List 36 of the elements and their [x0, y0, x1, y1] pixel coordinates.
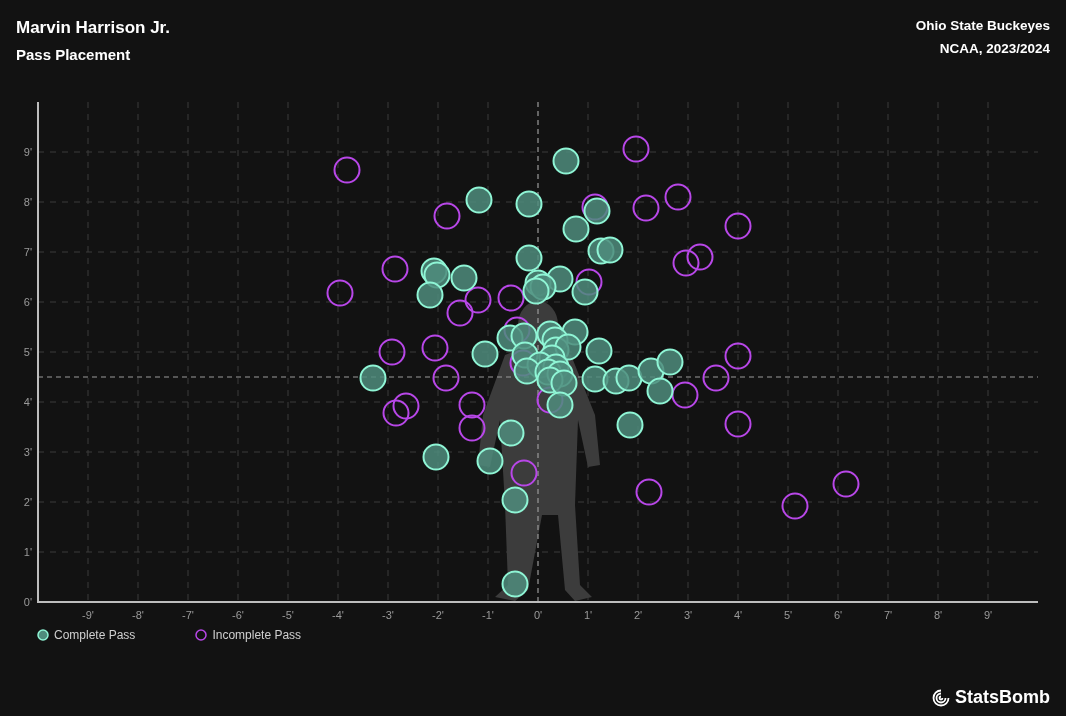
y-tick-label: 3'	[23, 446, 32, 458]
x-tick-label: -5'	[282, 609, 294, 620]
x-tick-label: -9'	[82, 609, 94, 620]
x-tick-label: 3'	[683, 609, 693, 620]
x-tick-label: 2'	[633, 609, 643, 620]
x-tick-label: -7'	[182, 609, 194, 620]
y-tick-label: 4'	[23, 396, 32, 408]
y-tick-label: 0'	[23, 596, 32, 608]
brand-name: StatsBomb	[955, 687, 1050, 708]
x-tick-label: -8'	[132, 609, 144, 620]
legend-label: Incomplete Pass	[212, 628, 302, 642]
y-tick-label: 2'	[23, 496, 32, 508]
y-tick-label: 8'	[23, 196, 32, 208]
x-tick-label: -3'	[382, 609, 394, 620]
y-tick-label: 1'	[23, 546, 32, 558]
legend-label: Complete Pass	[54, 628, 136, 642]
y-tick-label: 9'	[23, 146, 32, 158]
chart-subtitle: Pass Placement	[16, 46, 132, 63]
x-tick-label: 4'	[733, 609, 743, 620]
x-tick-label: 9'	[983, 609, 993, 620]
y-tick-label: 5'	[23, 346, 32, 358]
x-tick-label: 5'	[783, 609, 793, 620]
x-tick-label: 7'	[883, 609, 893, 620]
y-tick-label: 6'	[23, 296, 32, 308]
team-name: Ohio State Buckeyes	[915, 18, 1050, 33]
y-tick-label: 7'	[23, 246, 32, 258]
x-tick-label: -4'	[332, 609, 344, 620]
competition-season: NCAA, 2023/2024	[939, 41, 1050, 56]
x-tick-label: 6'	[833, 609, 843, 620]
x-tick-label: -2'	[432, 609, 444, 620]
x-tick-label: -6'	[232, 609, 244, 620]
x-tick-label: -1'	[482, 609, 494, 620]
player-name: Marvin Harrison Jr.	[16, 18, 170, 38]
x-tick-label: 8'	[933, 609, 943, 620]
x-tick-label: 0'	[533, 609, 543, 620]
x-tick-label: 1'	[583, 609, 593, 620]
